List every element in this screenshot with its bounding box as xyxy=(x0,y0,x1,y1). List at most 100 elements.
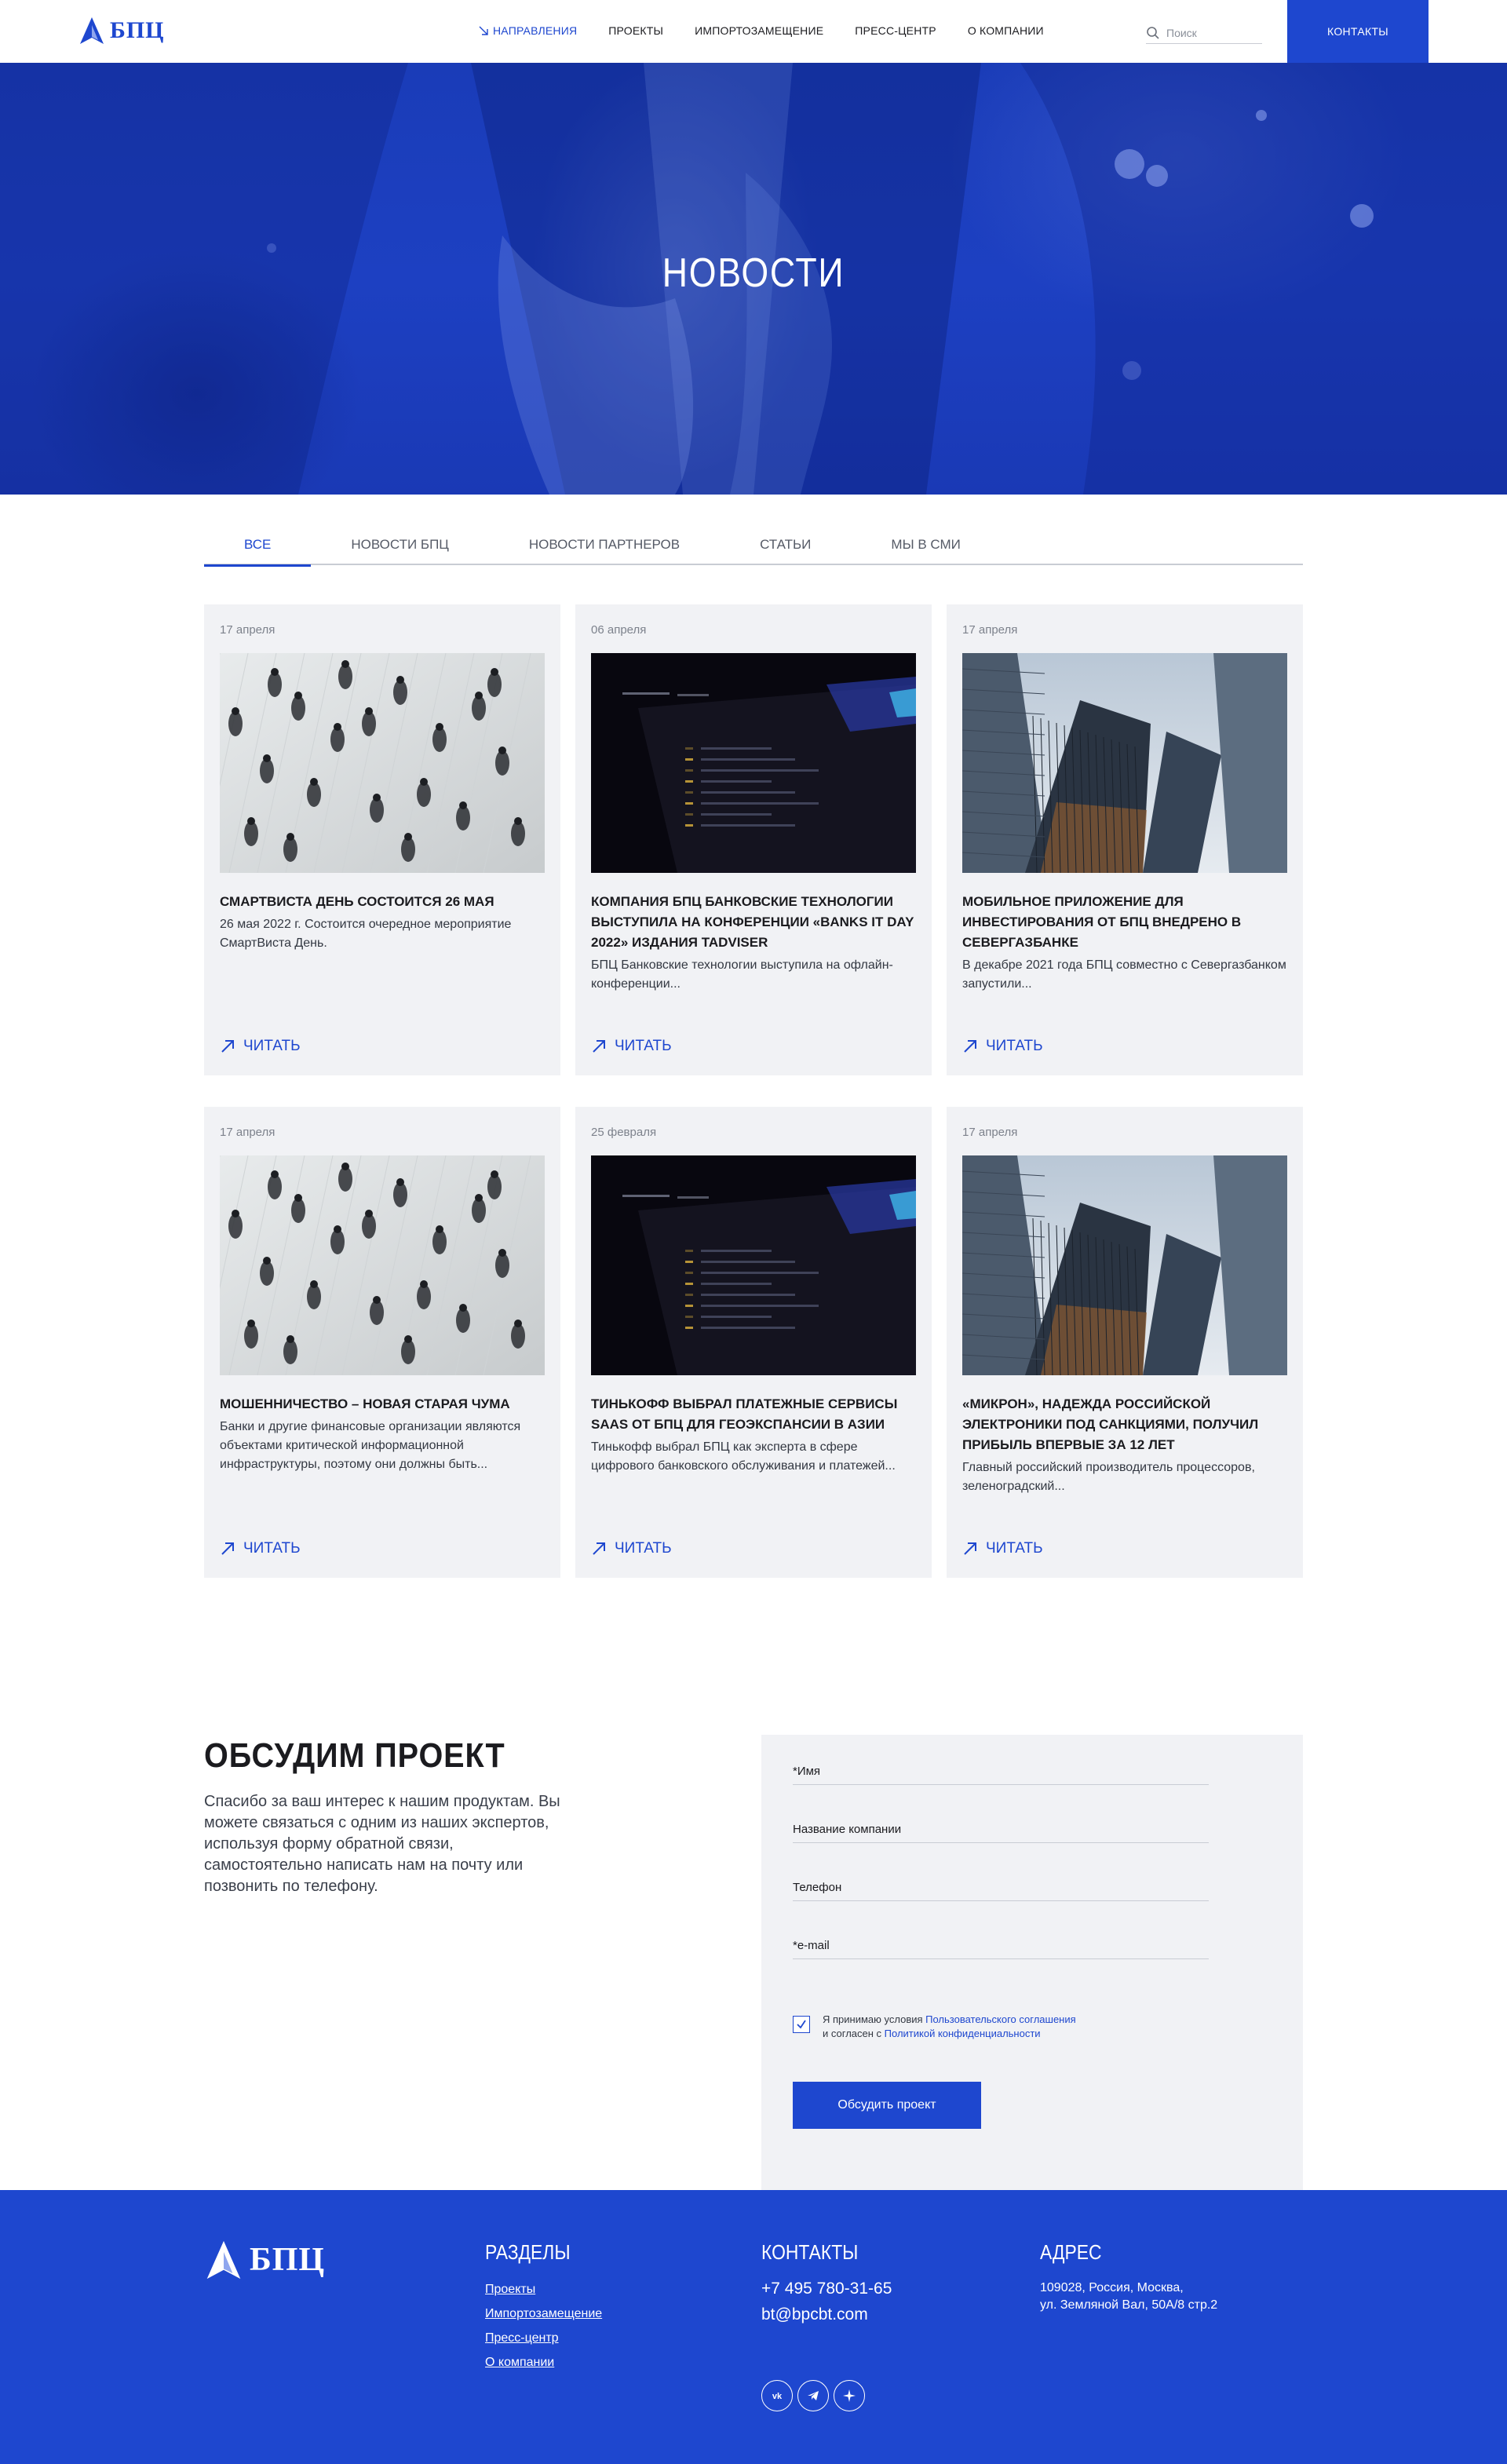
spark-link[interactable] xyxy=(834,2380,865,2411)
read-link-label: Читать xyxy=(986,1540,1043,1557)
user-agreement-link[interactable]: Пользовательского соглашения xyxy=(925,2013,1076,2025)
news-excerpt: Главный российский производитель процесс… xyxy=(962,1461,1255,1493)
tab-bpc-news[interactable]: Новости БПЦ xyxy=(311,524,489,565)
bokeh-light xyxy=(1350,204,1374,228)
page-title: НОВОСТИ xyxy=(662,250,845,296)
bokeh-light xyxy=(1256,110,1267,121)
footer-link-import-substitution[interactable]: Импортозамещение xyxy=(485,2307,602,2321)
skyscrapers-photo[interactable] xyxy=(962,1155,1287,1375)
crowd-photo[interactable] xyxy=(220,1155,545,1375)
news-date: 17 апреля xyxy=(220,623,275,637)
company-input[interactable] xyxy=(793,1810,1209,1842)
bokeh-light xyxy=(1122,361,1141,380)
nav-item-label: Проекты xyxy=(608,24,664,37)
check-icon xyxy=(797,2020,806,2029)
telegram-link[interactable] xyxy=(797,2380,829,2411)
submit-button[interactable]: Обсудить проект xyxy=(793,2082,981,2129)
news-title[interactable]: Компания БПЦ Банковские технологии высту… xyxy=(591,892,916,953)
read-link[interactable]: Читать xyxy=(591,1038,672,1055)
news-card[interactable]: 17 апреля «Микрон», надежда российской эл… xyxy=(947,1107,1303,1578)
news-date: 17 апреля xyxy=(962,1126,1018,1139)
footer-link-about[interactable]: О компании xyxy=(485,2356,554,2370)
news-title[interactable]: Мобильное приложение для инвестирования … xyxy=(962,892,1287,953)
search-input[interactable] xyxy=(1166,26,1253,39)
news-date: 17 апреля xyxy=(962,623,1018,637)
search-icon[interactable] xyxy=(1146,26,1160,40)
laptop-photo[interactable] xyxy=(591,1155,916,1375)
crowd-photo[interactable] xyxy=(220,653,545,873)
consent-mid: и согласен с xyxy=(823,2028,885,2039)
footer-link-press-center[interactable]: Пресс-центр xyxy=(485,2331,559,2345)
news-excerpt: БПЦ Банковские технологии выступила на о… xyxy=(591,958,893,991)
logo-text: БПЦ xyxy=(110,17,165,43)
nav-item-label: О компании xyxy=(967,24,1044,37)
email-input[interactable] xyxy=(793,1926,1209,1958)
news-title[interactable]: «Микрон», надежда российской электроники… xyxy=(962,1394,1287,1455)
news-excerpt: В декабре 2021 года БПЦ совместно с Севе… xyxy=(962,958,1286,991)
sections-title: Разделы xyxy=(485,2240,571,2264)
svg-text:vk: vk xyxy=(772,2392,783,2401)
tab-partner-news[interactable]: Новости партнеров xyxy=(489,524,720,565)
news-card[interactable]: 17 апреля Мобильное приложение для инвест… xyxy=(947,604,1303,1075)
phone-number[interactable]: +7 495 780-31-65 xyxy=(761,2280,892,2298)
read-link-label: Читать xyxy=(615,1540,672,1557)
email-address[interactable]: bt@bpcbt.com xyxy=(761,2305,868,2324)
discuss-title: Обсудим проект xyxy=(204,1736,505,1775)
nav-item-import-substitution[interactable]: Импортозамещение xyxy=(695,24,823,37)
news-date: 06 апреля xyxy=(591,623,647,637)
address-line-2: ул. Земляной Вал, 50А/8 стр.2 xyxy=(1040,2298,1218,2312)
bokeh-light xyxy=(1146,165,1168,187)
skyscrapers-photo[interactable] xyxy=(962,653,1287,873)
phone-field[interactable]: Телефон xyxy=(793,1868,1209,1901)
search-box xyxy=(1146,22,1262,44)
tab-all[interactable]: Все xyxy=(204,524,312,567)
logo[interactable]: БПЦ xyxy=(78,16,165,46)
address-line-1: 109028, Россия, Москва, xyxy=(1040,2281,1184,2294)
company-field[interactable]: Название компании xyxy=(793,1810,1209,1843)
tab-media[interactable]: Мы в СМИ xyxy=(851,524,1000,565)
news-card[interactable]: 25 февраля Тинькофф выбрал платежные серв… xyxy=(575,1107,932,1578)
news-card[interactable]: 17 апреля Смартвиста день состоится 26 ма… xyxy=(204,604,560,1075)
footer-logo[interactable]: БПЦ xyxy=(204,2239,325,2281)
social-links: vk xyxy=(761,2380,865,2411)
tab-articles[interactable]: Статьи xyxy=(720,524,851,565)
read-link[interactable]: Читать xyxy=(591,1540,672,1557)
phone-input[interactable] xyxy=(793,1868,1209,1900)
news-title[interactable]: Смартвиста день состоится 26 мая xyxy=(220,892,545,912)
news-date: 17 апреля xyxy=(220,1126,275,1139)
privacy-policy-link[interactable]: Политикой конфиденциальности xyxy=(885,2028,1041,2039)
read-link[interactable]: Читать xyxy=(220,1540,301,1557)
news-tabs: Все Новости БПЦ Новости партнеров Статьи… xyxy=(204,524,1303,567)
read-link[interactable]: Читать xyxy=(220,1038,301,1055)
nav-item-about[interactable]: О компании xyxy=(968,24,1044,37)
news-title[interactable]: Мошенничество – новая старая чума xyxy=(220,1394,545,1415)
name-input[interactable] xyxy=(793,1752,1209,1784)
email-field[interactable]: *e-mail xyxy=(793,1926,1209,1959)
nav-item-press-center[interactable]: Пресс-центр xyxy=(855,24,936,37)
arrow-up-right-icon xyxy=(593,1542,605,1555)
name-field[interactable]: *Имя xyxy=(793,1752,1209,1785)
contacts-button[interactable]: Контакты xyxy=(1287,0,1429,63)
read-link[interactable]: Читать xyxy=(962,1038,1043,1055)
vk-icon: vk xyxy=(772,2392,783,2401)
news-date: 25 февраля xyxy=(591,1126,657,1139)
nav-item-projects[interactable]: Проекты xyxy=(608,24,663,37)
contacts-title: Контакты xyxy=(761,2240,859,2264)
laptop-photo[interactable] xyxy=(591,653,916,873)
nav-item-label: Импортозамещение xyxy=(695,24,824,37)
vk-link[interactable]: vk xyxy=(761,2380,793,2411)
news-title[interactable]: Тинькофф выбрал платежные сервисы SaaS о… xyxy=(591,1394,916,1435)
read-link[interactable]: Читать xyxy=(962,1540,1043,1557)
read-link-label: Читать xyxy=(243,1540,301,1557)
news-card[interactable]: 06 апреля Компания БПЦ Банковские техноло… xyxy=(575,604,932,1075)
footer-link-projects[interactable]: Проекты xyxy=(485,2283,535,2297)
logo-mark-icon xyxy=(80,17,104,44)
footer-logo-text: БПЦ xyxy=(250,2242,326,2278)
news-card[interactable]: 17 апреля Мошенничество – новая старая чу… xyxy=(204,1107,560,1578)
read-link-label: Читать xyxy=(243,1038,301,1054)
consent-prefix: Я принимаю условия xyxy=(823,2013,926,2025)
address-title: Адрес xyxy=(1040,2240,1102,2264)
nav-item-directions[interactable]: Направления xyxy=(479,24,577,37)
consent-checkbox[interactable] xyxy=(793,2016,810,2033)
spark-icon xyxy=(843,2389,856,2402)
